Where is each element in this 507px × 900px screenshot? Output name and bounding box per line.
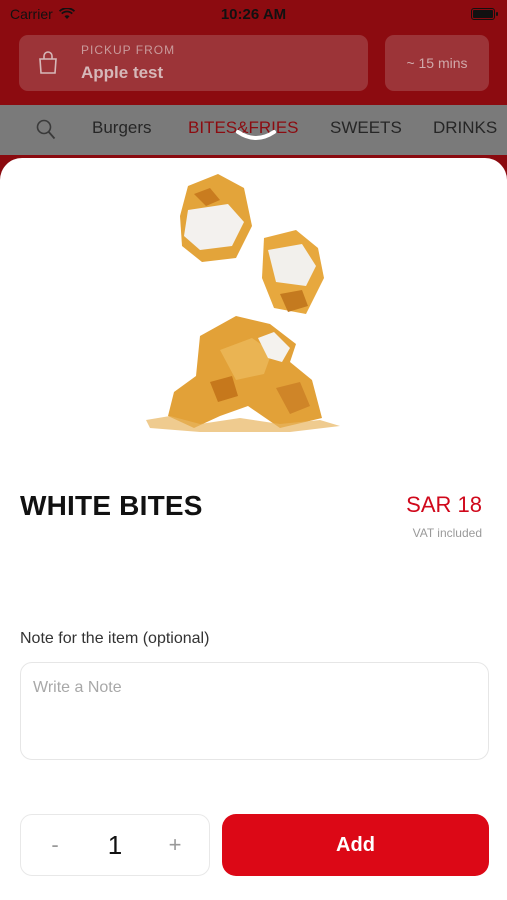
note-input[interactable]: [20, 662, 489, 760]
sheet-dismiss-chevron-icon[interactable]: [234, 128, 278, 144]
quantity-stepper: - 1 +: [20, 814, 210, 876]
header-bar: Carrier 10:26 AM PICKUP FROM Apple test …: [0, 0, 507, 105]
product-price: SAR 18: [406, 492, 482, 517]
product-image: [146, 174, 340, 432]
tab-drinks[interactable]: DRINKS: [433, 118, 497, 138]
pickup-label: PICKUP FROM: [81, 43, 176, 57]
tab-sweets[interactable]: SWEETS: [330, 118, 402, 138]
product-name: WHITE BITES: [20, 490, 203, 521]
battery-icon: [471, 8, 498, 20]
decrease-quantity-button[interactable]: -: [45, 832, 65, 858]
eta-button[interactable]: ~ 15 mins: [385, 35, 489, 91]
vat-note: VAT included: [412, 526, 482, 540]
status-bar: Carrier 10:26 AM: [0, 0, 507, 28]
quantity-value: 1: [107, 829, 123, 860]
shopping-bag-icon: [39, 51, 57, 74]
tab-burgers[interactable]: Burgers: [92, 118, 152, 138]
item-detail-sheet: WHITE BITES SAR 18 VAT included Note for…: [0, 158, 507, 900]
note-label: Note for the item (optional): [20, 630, 210, 647]
status-time: 10:26 AM: [220, 6, 287, 23]
pickup-store-name: Apple test: [81, 63, 164, 82]
add-to-cart-button[interactable]: Add: [222, 814, 489, 876]
search-icon[interactable]: [36, 119, 56, 141]
increase-quantity-button[interactable]: +: [165, 832, 185, 858]
pickup-location-button[interactable]: PICKUP FROM Apple test: [19, 35, 368, 91]
